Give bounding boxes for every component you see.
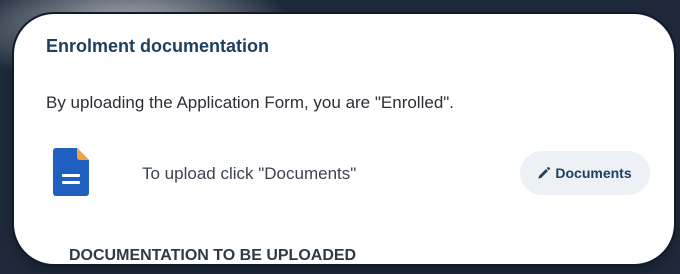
card-title: Enrolment documentation [46, 36, 270, 56]
enrolment-intro-text: By uploading the Application Form, you a… [46, 93, 455, 112]
upload-instruction: To upload click "Documents" [142, 164, 357, 183]
pencil-icon [538, 167, 551, 179]
document-icon [53, 148, 89, 196]
section-heading: DOCUMENTATION TO BE UPLOADED [69, 247, 357, 264]
enrolment-card: Enrolment documentation By uploading the… [14, 14, 674, 264]
documents-button-label: Documents [555, 165, 632, 181]
documents-button[interactable]: Documents [520, 151, 650, 195]
window-frame: Enrolment documentation By uploading the… [0, 0, 680, 274]
